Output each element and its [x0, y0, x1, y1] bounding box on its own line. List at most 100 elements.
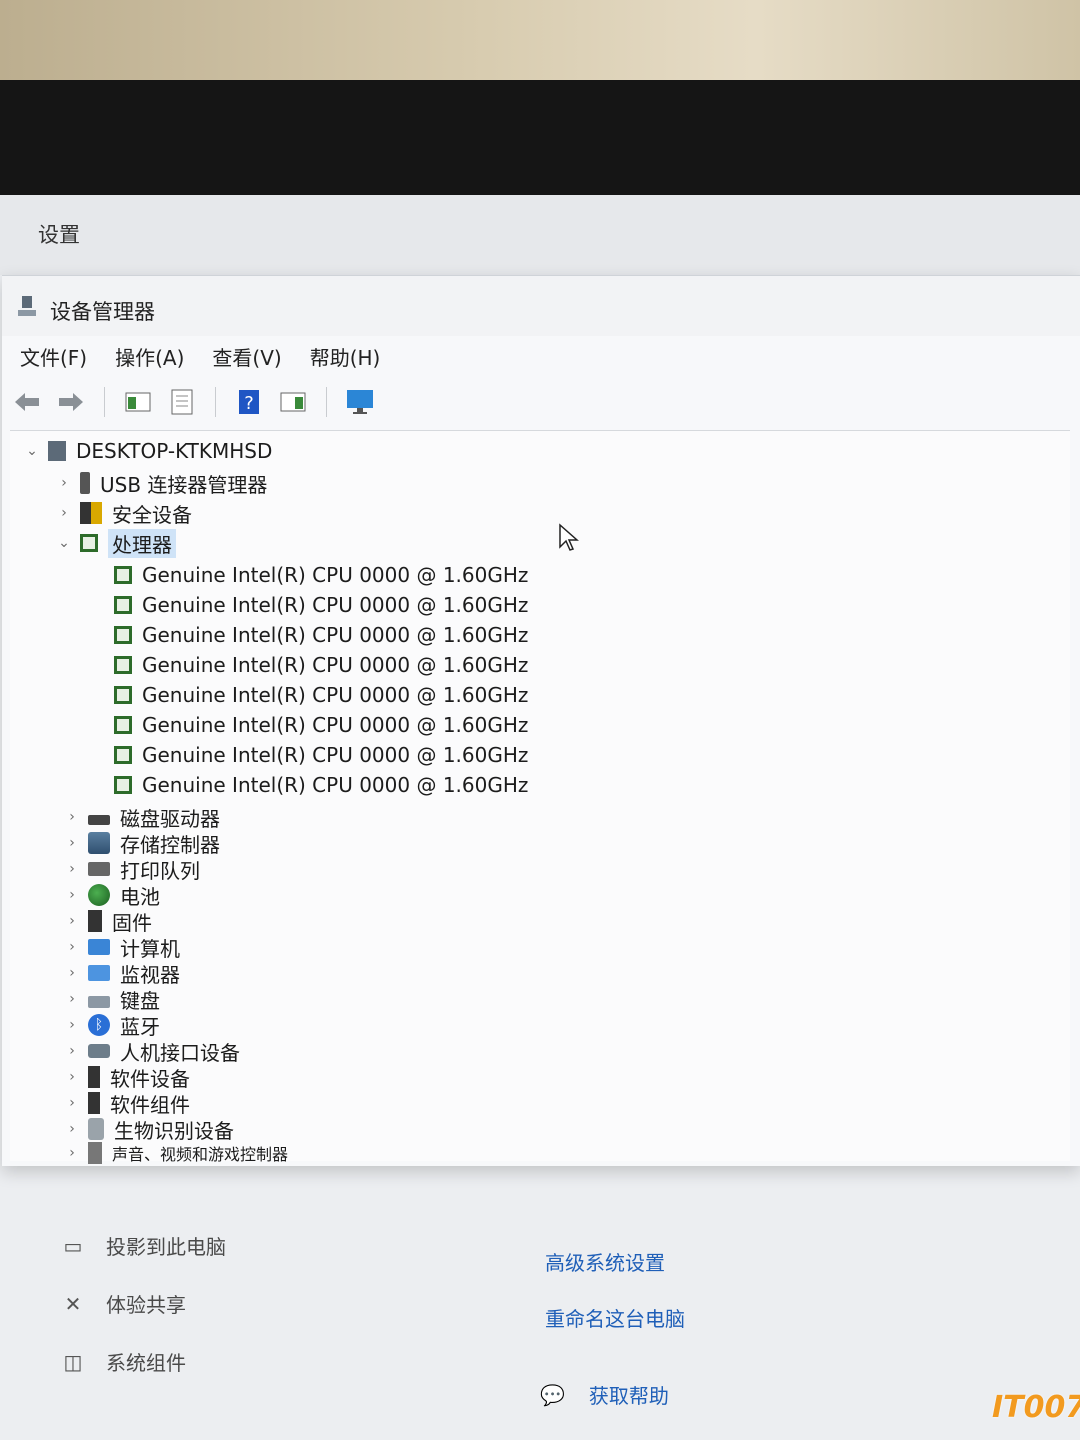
tree-category-hid[interactable]: › 人机接口设备 [64, 1037, 240, 1065]
tree-category-bluetooth[interactable]: › ᛒ 蓝牙 [64, 1011, 160, 1039]
chevron-right-icon[interactable]: › [56, 475, 72, 491]
tree-category-firmware[interactable]: › 固件 [64, 907, 152, 935]
tree-category-label: 计算机 [120, 936, 180, 961]
tree-category-label: 人机接口设备 [120, 1040, 240, 1065]
tree-category-security[interactable]: › 安全设备 [56, 499, 192, 527]
settings-item-share[interactable]: ✕ 体验共享 [60, 1283, 186, 1323]
tree-category-storage-controllers[interactable]: › 存储控制器 [64, 829, 220, 857]
tree-category-keyboards[interactable]: › 键盘 [64, 985, 160, 1013]
chevron-right-icon[interactable]: › [64, 1069, 80, 1085]
bluetooth-icon: ᛒ [88, 1014, 110, 1036]
tree-category-label: 软件组件 [110, 1092, 190, 1117]
storage-controller-icon [88, 832, 110, 854]
advanced-system-settings-link[interactable]: 高级系统设置 [545, 1247, 665, 1276]
keyboard-icon [88, 995, 110, 1008]
chevron-right-icon[interactable]: › [64, 887, 80, 903]
share-icon: ✕ [64, 1292, 82, 1316]
computer-host-icon [48, 441, 66, 461]
processor-item[interactable]: Genuine Intel(R) CPU 0000 @ 1.60GHz [114, 771, 528, 799]
printer-icon [88, 862, 110, 876]
hid-icon [88, 1044, 110, 1058]
chevron-right-icon[interactable]: › [64, 991, 80, 1007]
chevron-right-icon[interactable]: › [64, 1043, 80, 1059]
processor-label: Genuine Intel(R) CPU 0000 @ 1.60GHz [142, 593, 529, 617]
menu-view[interactable]: 查看(V) [212, 342, 281, 378]
chevron-down-icon[interactable]: ⌄ [56, 535, 72, 551]
help-chat-icon: 💬 [540, 1382, 565, 1407]
tree-category-software-devices[interactable]: › 软件设备 [64, 1063, 190, 1091]
monitor-icon[interactable] [345, 387, 375, 417]
chevron-right-icon[interactable]: › [64, 939, 80, 955]
tree-category-label: 处理器 [108, 528, 176, 558]
tree-category-usb-connector[interactable]: › USB 连接器管理器 [56, 469, 267, 497]
tree-category-label: 固件 [112, 910, 152, 935]
menu-help[interactable]: 帮助(H) [310, 342, 381, 378]
processor-icon [114, 566, 132, 584]
tree-root[interactable]: ⌄ DESKTOP-KTKMHSD [24, 437, 272, 465]
processor-item[interactable]: Genuine Intel(R) CPU 0000 @ 1.60GHz [114, 561, 528, 589]
tree-category-label: 键盘 [120, 988, 160, 1013]
tree-category-label: USB 连接器管理器 [100, 472, 268, 497]
processor-label: Genuine Intel(R) CPU 0000 @ 1.60GHz [142, 623, 529, 647]
processor-item[interactable]: Genuine Intel(R) CPU 0000 @ 1.60GHz [114, 621, 528, 649]
processor-item[interactable]: Genuine Intel(R) CPU 0000 @ 1.60GHz [114, 741, 528, 769]
tree-category-label: 电池 [120, 884, 160, 909]
monitor-device-icon [88, 965, 110, 981]
software-component-icon [88, 1092, 100, 1114]
tree-category-software-components[interactable]: › 软件组件 [64, 1089, 190, 1117]
battery-icon [88, 884, 110, 906]
tree-category-monitors[interactable]: › 监视器 [64, 959, 180, 987]
properties-icon[interactable] [167, 387, 197, 417]
tree-category-label: 打印队列 [120, 858, 200, 883]
processor-item[interactable]: Genuine Intel(R) CPU 0000 @ 1.60GHz [114, 711, 528, 739]
help-icon[interactable]: ? [234, 387, 264, 417]
components-icon: ◫ [63, 1350, 83, 1374]
processor-label: Genuine Intel(R) CPU 0000 @ 1.60GHz [142, 563, 529, 587]
chevron-right-icon[interactable]: › [64, 809, 80, 825]
tree-category-label: 磁盘驱动器 [120, 806, 220, 831]
processor-icon [114, 626, 132, 644]
action-pane-icon[interactable] [278, 387, 308, 417]
svg-text:?: ? [244, 393, 254, 414]
get-help-link[interactable]: 💬 获取帮助 [540, 1380, 669, 1409]
tree-category-batteries[interactable]: › 电池 [64, 881, 160, 909]
chevron-right-icon[interactable]: › [64, 1017, 80, 1033]
chevron-down-icon[interactable]: ⌄ [24, 443, 40, 459]
processor-item[interactable]: Genuine Intel(R) CPU 0000 @ 1.60GHz [114, 651, 528, 679]
settings-item-components[interactable]: ◫ 系统组件 [60, 1341, 186, 1381]
chevron-right-icon[interactable]: › [64, 861, 80, 877]
processor-item[interactable]: Genuine Intel(R) CPU 0000 @ 1.60GHz [114, 681, 528, 709]
device-manager-titlebar: 设备管理器 [2, 276, 1080, 336]
forward-arrow-icon[interactable] [56, 387, 86, 417]
chevron-right-icon[interactable]: › [64, 965, 80, 981]
rename-pc-link[interactable]: 重命名这台电脑 [545, 1303, 685, 1332]
toolbar-divider [104, 387, 105, 417]
tree-category-sound[interactable]: › 声音、视频和游戏控制器 [64, 1139, 288, 1167]
menu-action[interactable]: 操作(A) [115, 342, 184, 378]
show-hide-console-tree-icon[interactable] [123, 387, 153, 417]
settings-item-label: 系统组件 [106, 1350, 186, 1375]
tree-category-print-queues[interactable]: › 打印队列 [64, 855, 200, 883]
settings-item-label: 体验共享 [106, 1292, 186, 1317]
processor-icon [114, 686, 132, 704]
processor-label: Genuine Intel(R) CPU 0000 @ 1.60GHz [142, 653, 529, 677]
tree-category-processors[interactable]: ⌄ 处理器 [56, 528, 176, 558]
watermark-logo: IT007 [992, 1390, 1080, 1425]
settings-item-project[interactable]: ▭ 投影到此电脑 [60, 1225, 226, 1265]
tree-category-computer[interactable]: › 计算机 [64, 933, 180, 961]
processor-icon [80, 534, 98, 552]
processor-icon [114, 656, 132, 674]
chevron-right-icon[interactable]: › [64, 835, 80, 851]
tree-category-label: 存储控制器 [120, 832, 220, 857]
chevron-right-icon[interactable]: › [64, 1145, 80, 1161]
chevron-right-icon[interactable]: › [64, 1095, 80, 1111]
processor-item[interactable]: Genuine Intel(R) CPU 0000 @ 1.60GHz [114, 591, 528, 619]
processor-icon [114, 716, 132, 734]
tree-category-disk-drives[interactable]: › 磁盘驱动器 [64, 803, 220, 831]
chevron-right-icon[interactable]: › [64, 913, 80, 929]
chevron-right-icon[interactable]: › [56, 505, 72, 521]
back-arrow-icon[interactable] [12, 387, 42, 417]
chevron-right-icon[interactable]: › [64, 1121, 80, 1137]
menu-file[interactable]: 文件(F) [20, 342, 87, 378]
settings-title: 设置 [38, 223, 80, 247]
